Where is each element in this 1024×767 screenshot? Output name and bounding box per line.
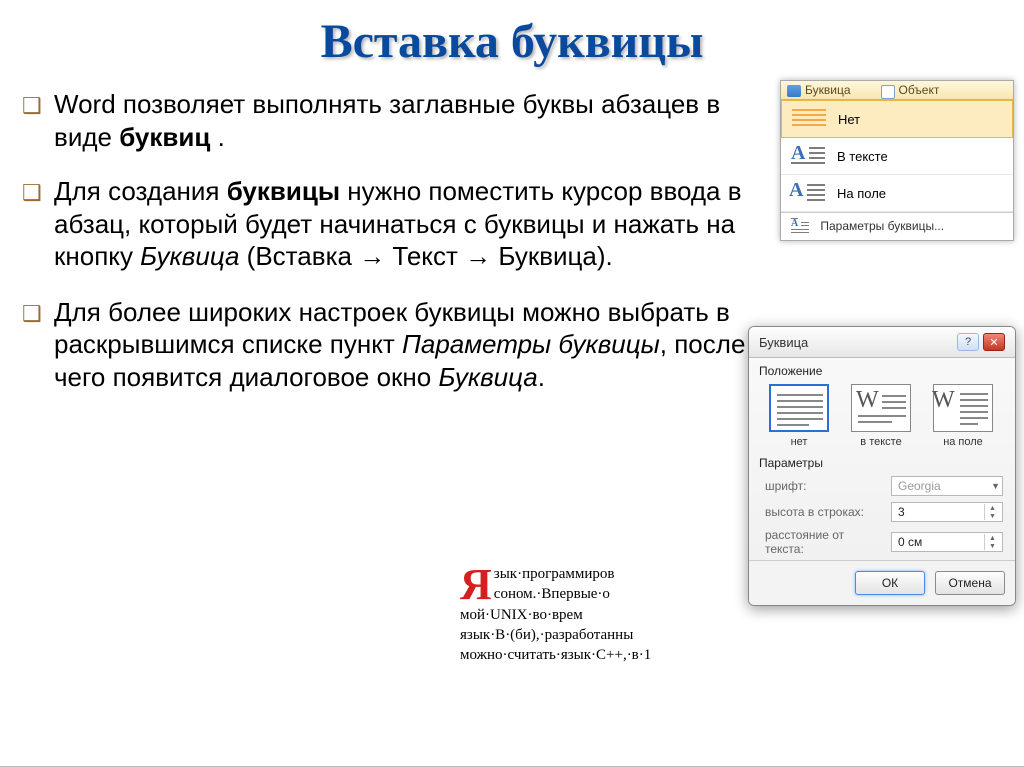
content: ❑ Word позволяет выполнять заглавные бук… — [22, 88, 752, 415]
position-intext-icon: W — [851, 384, 911, 432]
dialog-buttons: ОК Отмена — [749, 560, 1015, 605]
spinner-buttons[interactable]: ▲▼ — [984, 534, 1000, 550]
section-params-label: Параметры — [749, 452, 1015, 474]
none-icon — [792, 107, 826, 131]
dropcap-menu: Буквица Объект Нет A В тексте A На поле … — [780, 80, 1014, 241]
example-dropcap-text: Я зык·программиров соном.·Впервые·о мой·… — [460, 564, 760, 665]
up-icon: ▲ — [984, 504, 1000, 512]
menu-label: Параметры буквицы... — [820, 219, 944, 233]
bullet-icon: ❑ — [22, 179, 42, 207]
position-inmargin-icon: W — [933, 384, 993, 432]
bullet-2: ❑ Для создания буквицы нужно поместить к… — [22, 175, 752, 274]
cancel-button[interactable]: Отмена — [935, 571, 1005, 595]
ok-button[interactable]: ОК — [855, 571, 925, 595]
ribbon-header: Буквица Объект — [781, 81, 1013, 100]
menu-item-params[interactable]: A Параметры буквицы... — [781, 212, 1013, 240]
distance-row: расстояние от текста: 0 см ▲▼ — [749, 526, 1015, 560]
bullet-3: ❑ Для более широких настроек буквицы мож… — [22, 296, 752, 394]
section-position-label: Положение — [749, 358, 1015, 380]
menu-label: В тексте — [837, 149, 888, 164]
close-button[interactable]: ✕ — [983, 333, 1005, 351]
menu-label: Нет — [838, 112, 860, 127]
dropcap-letter: Я — [460, 566, 492, 603]
position-inmargin[interactable]: W на поле — [929, 384, 997, 448]
distance-label: расстояние от текста: — [765, 528, 883, 556]
dropcap-ribbon-button[interactable]: Буквица — [787, 83, 851, 97]
dropcap-dialog: Буквица ? ✕ Положение нет W — [748, 326, 1016, 606]
text-bold: буквиц — [119, 122, 210, 152]
option-label: в тексте — [847, 436, 915, 448]
distance-spinner[interactable]: 0 см ▲▼ — [891, 532, 1003, 552]
text-italic: Буквица — [438, 362, 537, 392]
distance-value: 0 см — [898, 535, 922, 549]
params-icon: A — [791, 220, 809, 234]
text: Текст — [385, 241, 465, 271]
font-label: шрифт: — [765, 479, 883, 493]
text-italic: Параметры буквицы — [402, 329, 660, 359]
text: . — [538, 362, 545, 392]
height-label: высота в строках: — [765, 505, 883, 519]
dialog-title: Буквица — [759, 335, 808, 350]
text-italic: Буквица — [140, 241, 239, 271]
font-value: Georgia — [898, 479, 941, 493]
text-bold: буквицы — [227, 176, 340, 206]
height-row: высота в строках: 3 ▲▼ — [749, 500, 1015, 526]
object-ribbon-button[interactable]: Объект — [881, 83, 940, 97]
text: Буквица). — [491, 241, 613, 271]
position-none-icon — [769, 384, 829, 432]
bullet-1: ❑ Word позволяет выполнять заглавные бук… — [22, 88, 752, 153]
bullet-icon: ❑ — [22, 92, 42, 120]
inmargin-icon: A — [791, 181, 825, 205]
menu-item-intext[interactable]: A В тексте — [781, 138, 1013, 175]
intext-icon: A — [791, 144, 825, 168]
arrow-icon: → — [465, 242, 491, 271]
height-value: 3 — [898, 505, 905, 519]
position-options: нет W в тексте W на поле — [749, 380, 1015, 452]
spinner-buttons[interactable]: ▲▼ — [984, 504, 1000, 520]
option-label: нет — [765, 436, 833, 448]
menu-item-none[interactable]: Нет — [781, 100, 1013, 138]
font-select[interactable]: Georgia ▼ — [891, 476, 1003, 496]
up-icon: ▲ — [984, 534, 1000, 542]
bullet-icon: ❑ — [22, 300, 42, 328]
dialog-titlebar: Буквица ? ✕ — [749, 327, 1015, 358]
font-row: шрифт: Georgia ▼ — [749, 474, 1015, 500]
text: Для создания — [54, 176, 227, 206]
position-none[interactable]: нет — [765, 384, 833, 448]
chevron-down-icon: ▼ — [991, 481, 1000, 491]
text: . — [210, 122, 224, 152]
text: (Вставка — [239, 241, 359, 271]
position-intext[interactable]: W в тексте — [847, 384, 915, 448]
arrow-icon: → — [359, 242, 385, 271]
down-icon: ▼ — [984, 542, 1000, 550]
menu-item-inmargin[interactable]: A На поле — [781, 175, 1013, 212]
down-icon: ▼ — [984, 512, 1000, 520]
help-button[interactable]: ? — [957, 333, 979, 351]
slide-title: Вставка буквицы — [0, 0, 1024, 69]
option-label: на поле — [929, 436, 997, 448]
height-spinner[interactable]: 3 ▲▼ — [891, 502, 1003, 522]
menu-label: На поле — [837, 186, 886, 201]
